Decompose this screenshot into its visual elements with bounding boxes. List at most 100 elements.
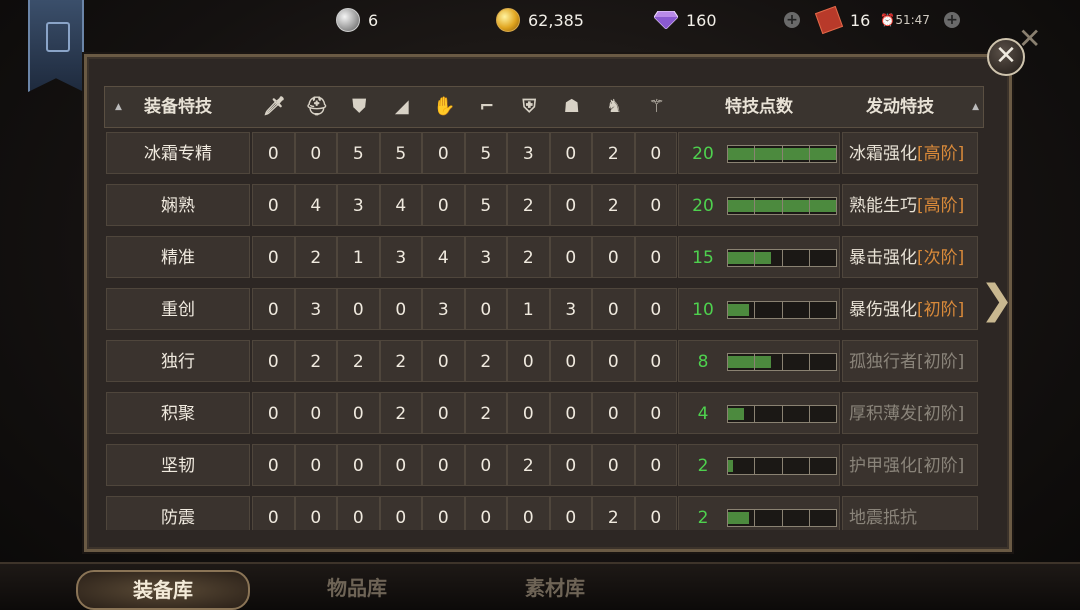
- progress-segment: [783, 406, 810, 422]
- bottom-tab-bar: 装备库 物品库 素材库: [0, 562, 1080, 610]
- close-button[interactable]: ✕: [987, 38, 1025, 76]
- trait-name: 娴熟: [106, 184, 250, 226]
- table-row[interactable]: 积聚 0 0 0 2 0 2 0 0 0 0 4 厚积薄发[初阶]: [106, 392, 980, 434]
- slot-value: 5: [337, 132, 380, 174]
- slot-value: 0: [252, 236, 295, 278]
- slot-value: 0: [464, 496, 507, 530]
- diamond-icon: [654, 11, 678, 29]
- slot-value: 0: [379, 496, 422, 530]
- slot-value: 3: [294, 288, 337, 330]
- slot-value: 0: [252, 184, 295, 226]
- slot-value: 4: [379, 184, 422, 226]
- slot-value: 0: [252, 340, 295, 382]
- slot-value: 1: [507, 288, 550, 330]
- tab-items[interactable]: 物品库: [272, 570, 442, 606]
- slot-value: 0: [422, 184, 465, 226]
- trait-effect-name: 冰霜强化: [849, 144, 917, 164]
- table-row[interactable]: 坚韧 0 0 0 0 0 0 2 0 0 0 2 护甲强化[初阶]: [106, 444, 980, 486]
- points-progress-bar: [727, 197, 837, 215]
- slot-value: 0: [549, 340, 592, 382]
- table-row[interactable]: 独行 0 2 2 2 0 2 0 0 0 0 8 孤独行者[初阶]: [106, 340, 980, 382]
- progress-segment: [728, 510, 756, 526]
- guild-banner[interactable]: [28, 0, 84, 92]
- slot-value: 2: [592, 184, 635, 226]
- points-progress-bar: [727, 145, 837, 163]
- points-cell: 2: [678, 444, 840, 486]
- slot-value: 2: [592, 132, 635, 174]
- mask-icon: ☗: [563, 96, 580, 117]
- progress-fill: [755, 200, 782, 212]
- progress-fill: [728, 408, 744, 420]
- points-cell: 10: [678, 288, 840, 330]
- progress-fill: [728, 356, 755, 368]
- progress-segment: [810, 406, 836, 422]
- slot-value: 0: [252, 392, 295, 434]
- table-row[interactable]: 娴熟 0 4 3 4 0 5 2 0 2 0 20 熟能生巧[高阶]: [106, 184, 980, 226]
- table-row[interactable]: 防震 0 0 0 0 0 0 0 0 2 0 2 地震抵抗: [106, 496, 980, 530]
- points-value: 20: [692, 196, 714, 216]
- trait-level: [次阶]: [917, 248, 965, 268]
- slot-value: 0: [592, 236, 635, 278]
- progress-fill: [728, 148, 755, 160]
- shoulder-icon: ◢: [394, 96, 409, 117]
- progress-segment: [783, 302, 810, 318]
- slot-value: 2: [379, 340, 422, 382]
- progress-segment: [755, 302, 783, 318]
- points-value: 2: [697, 456, 709, 476]
- slot-value: 0: [464, 288, 507, 330]
- table-row[interactable]: 精准 0 2 1 3 4 3 2 0 0 0 15 暴击强化[次阶]: [106, 236, 980, 278]
- slot-value: 2: [294, 236, 337, 278]
- slot-value: 0: [592, 444, 635, 486]
- activated-trait: 暴击强化[次阶]: [842, 236, 978, 278]
- progress-segment: [755, 198, 783, 214]
- trait-table[interactable]: ▲ 装备特技 🗡 ⛑ ⛊ ◢ ✋ ⌐ ⛨ ☗ ♞ ⚚ 特技点数 发动特技 ▲ 冰霜专精 0 0 5 5 0 5…: [104, 86, 1006, 530]
- slot-value: 0: [294, 132, 337, 174]
- progress-segment: [755, 354, 783, 370]
- table-row[interactable]: 重创 0 3 0 0 3 0 1 3 0 0 10 暴伤强化[初阶]: [106, 288, 980, 330]
- slot-value: 0: [507, 496, 550, 530]
- slot-value: 0: [294, 496, 337, 530]
- slot-value: 0: [337, 496, 380, 530]
- tab-equipment[interactable]: 装备库: [76, 570, 250, 610]
- slot-value: 0: [634, 184, 677, 226]
- points-value: 20: [692, 144, 714, 164]
- slot-value: 3: [549, 288, 592, 330]
- slot-value: 0: [634, 132, 677, 174]
- tab-materials[interactable]: 素材库: [470, 570, 640, 606]
- slot-value: 0: [422, 392, 465, 434]
- slot-value: 2: [592, 496, 635, 530]
- slot-value: 2: [464, 392, 507, 434]
- progress-segment: [783, 354, 810, 370]
- silver-resource: 6: [336, 6, 378, 34]
- ticket-count: 16: [850, 10, 871, 30]
- progress-segment: [728, 406, 756, 422]
- slot-value: 0: [337, 392, 380, 434]
- progress-segment: [728, 354, 756, 370]
- activated-trait: 暴伤强化[初阶]: [842, 288, 978, 330]
- slot-value: 1: [337, 236, 380, 278]
- slot-value: 3: [422, 288, 465, 330]
- activated-trait: 孤独行者[初阶]: [842, 340, 978, 382]
- progress-segment: [755, 406, 783, 422]
- progress-fill: [755, 356, 771, 368]
- trait-name: 坚韧: [106, 444, 250, 486]
- slot-value: 0: [422, 340, 465, 382]
- sort-activate-header[interactable]: 发动特技 ▲: [841, 87, 979, 127]
- add-ticket-button[interactable]: +: [944, 6, 960, 34]
- table-row[interactable]: 冰霜专精 0 0 5 5 0 5 3 0 2 0 20 冰霜强化[高阶]: [106, 132, 980, 174]
- activated-trait: 熟能生巧[高阶]: [842, 184, 978, 226]
- progress-fill: [782, 148, 809, 160]
- add-diamond-button[interactable]: +: [784, 6, 800, 34]
- slot-value: 0: [379, 444, 422, 486]
- points-value: 2: [697, 508, 709, 528]
- progress-segment: [809, 146, 836, 162]
- sort-trait-header[interactable]: ▲ 装备特技: [105, 87, 251, 127]
- slot-value: 2: [337, 340, 380, 382]
- trait-level: [高阶]: [917, 144, 965, 164]
- progress-segment: [755, 146, 783, 162]
- points-value: 10: [692, 300, 714, 320]
- slot-value: 0: [422, 444, 465, 486]
- points-progress-bar: [727, 353, 837, 371]
- next-page-arrow-icon[interactable]: ❯: [980, 278, 1014, 322]
- progress-fill: [755, 252, 771, 264]
